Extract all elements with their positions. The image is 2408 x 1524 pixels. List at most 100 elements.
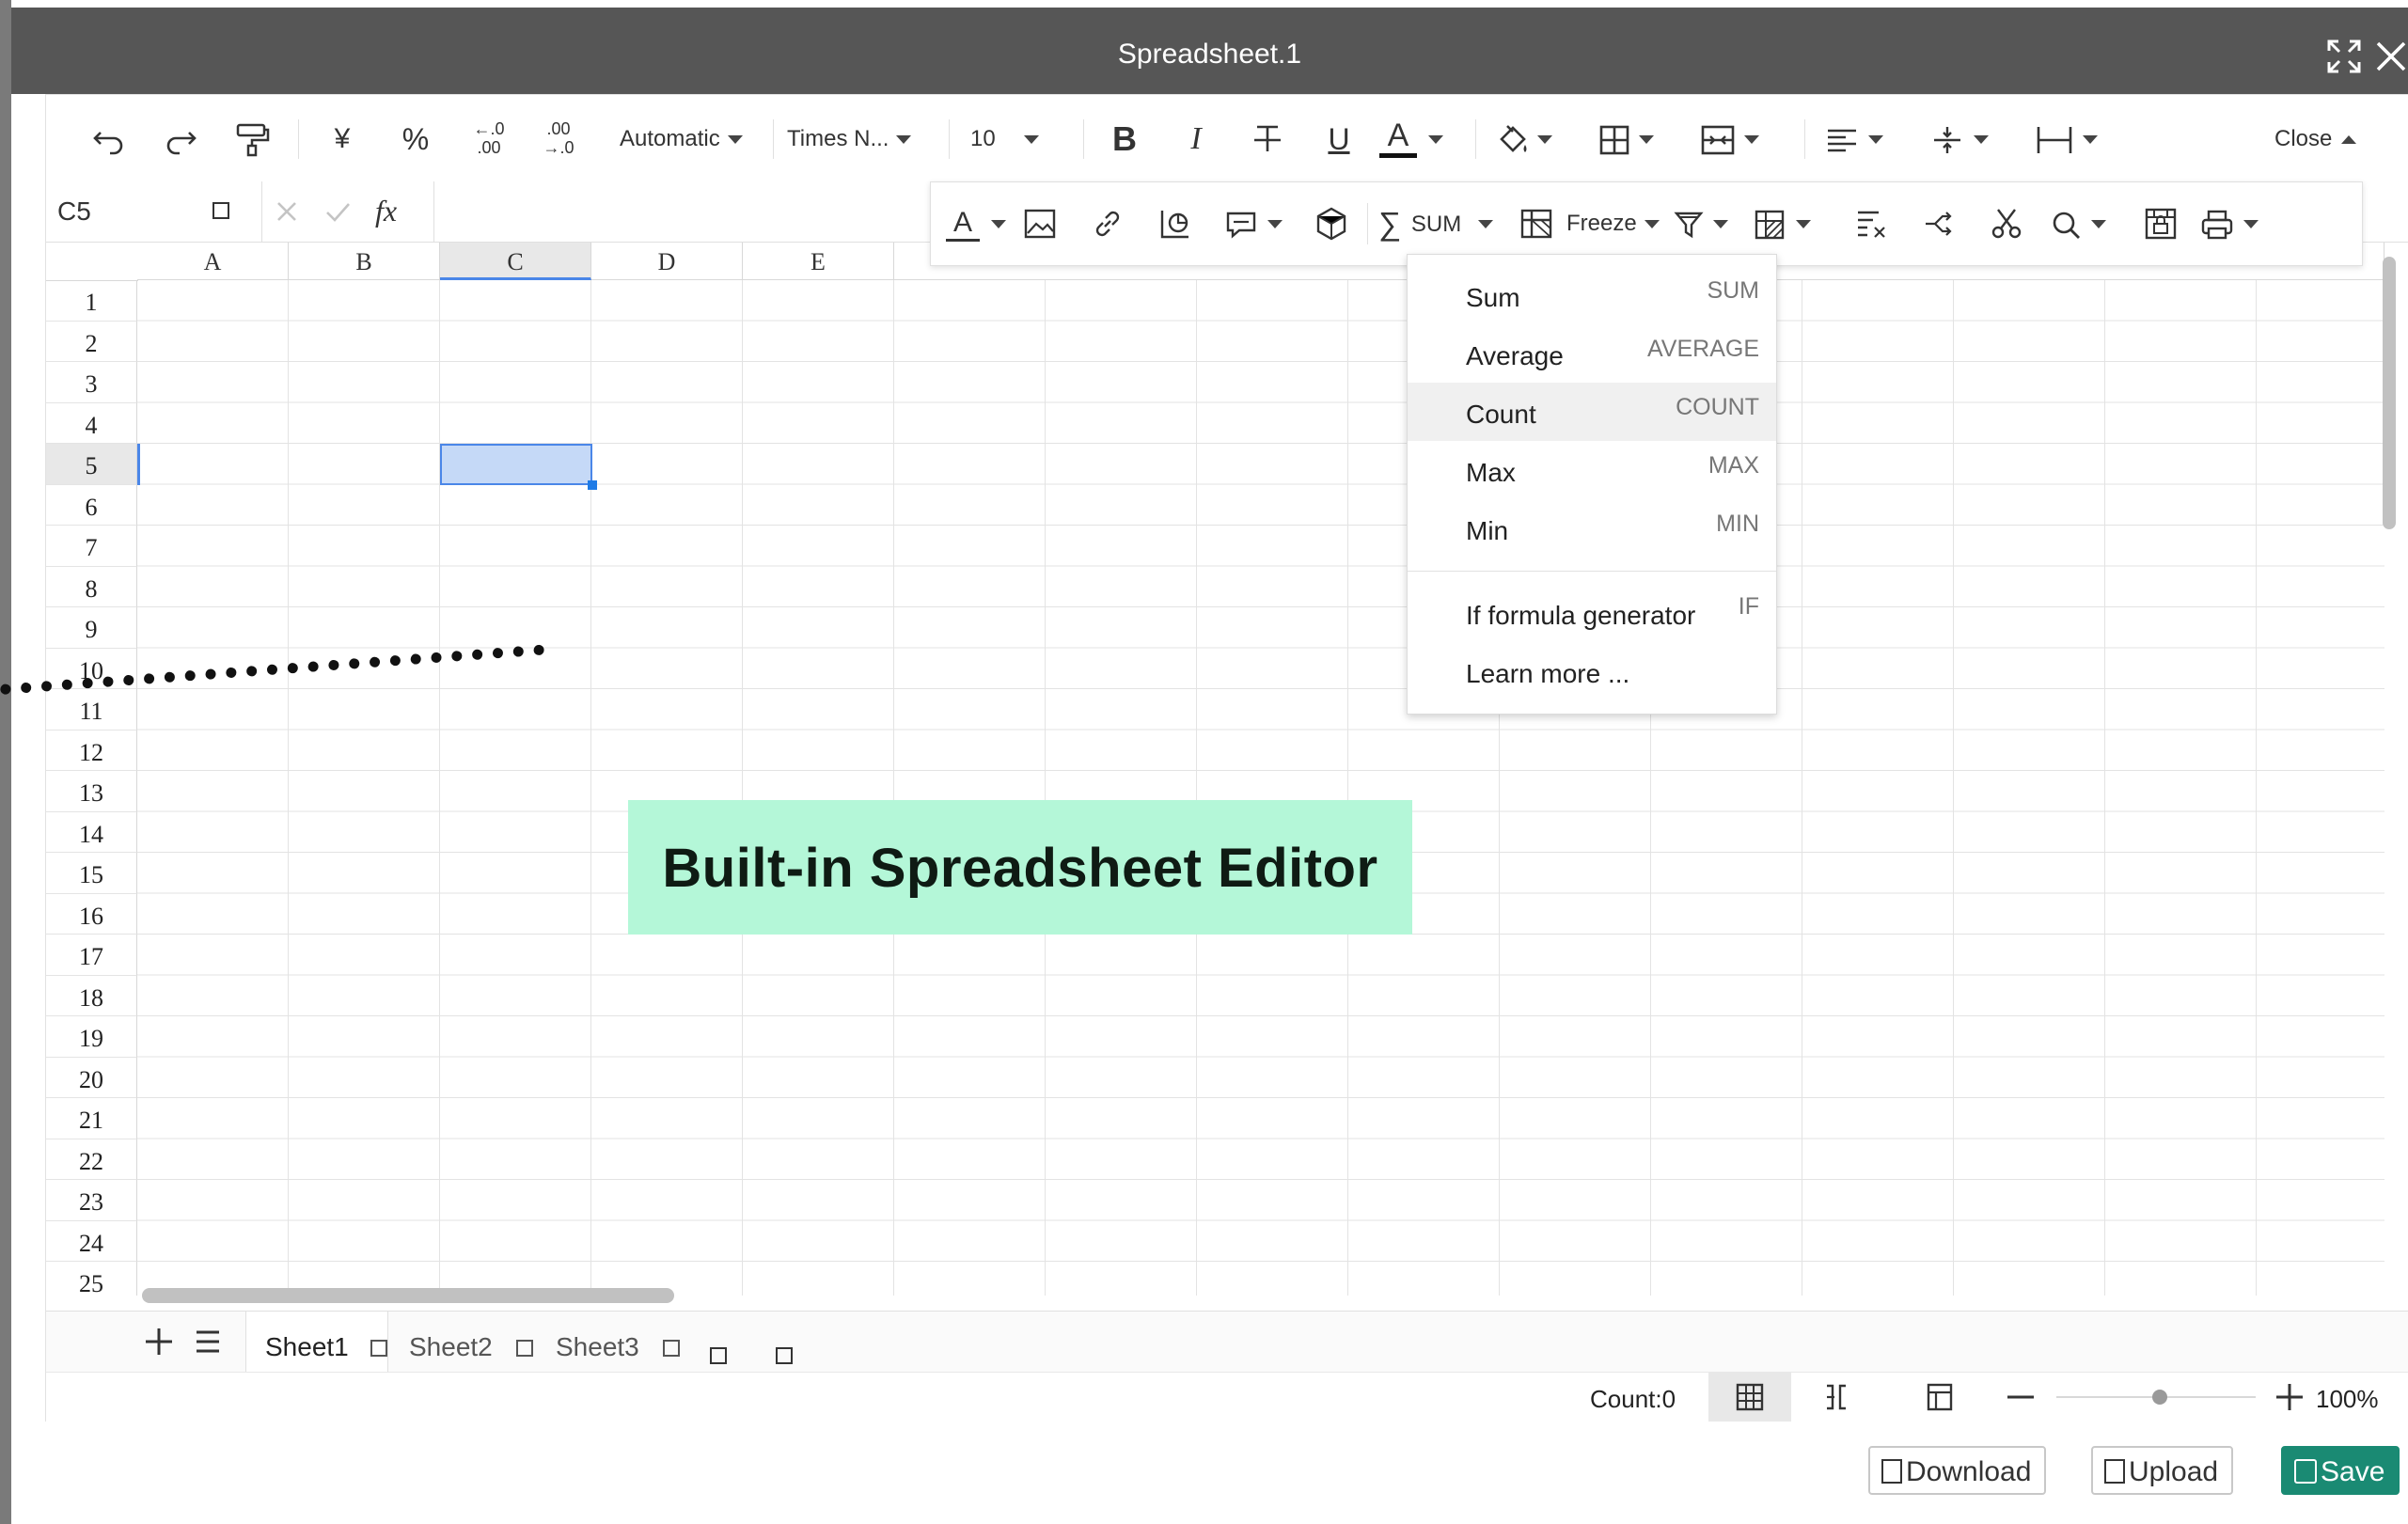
bold-button[interactable]: B: [1103, 118, 1146, 161]
page-layout-view-icon[interactable]: [1917, 1376, 1962, 1418]
row-header-18[interactable]: 18: [46, 975, 137, 1016]
strikethrough-icon[interactable]: [1246, 118, 1289, 161]
insert-chart-icon[interactable]: [1155, 203, 1196, 244]
horizontal-scrollbar-thumb[interactable]: [142, 1288, 674, 1303]
close-window-icon[interactable]: [2370, 36, 2408, 77]
add-sheet-icon[interactable]: [140, 1323, 178, 1360]
font-color-dropdown[interactable]: A: [1379, 118, 1464, 161]
name-box-dropdown-icon[interactable]: [212, 202, 229, 219]
column-header-d[interactable]: D: [591, 243, 743, 280]
column-header-e[interactable]: E: [743, 243, 894, 280]
font-family-dropdown[interactable]: Times N...: [787, 118, 937, 161]
horizontal-align-dropdown[interactable]: [1823, 118, 1898, 161]
cell-reference-box[interactable]: C5: [46, 181, 262, 242]
italic-button[interactable]: I: [1174, 118, 1218, 161]
menu-item-max[interactable]: Max MAX: [1408, 441, 1776, 499]
fill-color-dropdown[interactable]: [1494, 118, 1569, 161]
decimal-increase-button[interactable]: ←.0.00: [465, 118, 512, 161]
row-header-14[interactable]: 14: [46, 811, 137, 853]
row-header-1[interactable]: 1: [46, 280, 137, 322]
insert-image-icon[interactable]: [1019, 203, 1061, 244]
row-header-22[interactable]: 22: [46, 1139, 137, 1180]
menu-item-min[interactable]: Min MIN: [1408, 499, 1776, 558]
cell-area[interactable]: [137, 280, 2384, 1296]
sheet-menu-icon[interactable]: [370, 1340, 387, 1357]
save-button[interactable]: Save: [2281, 1446, 2400, 1495]
column-header-c[interactable]: C: [440, 243, 591, 280]
sheet-menu-icon[interactable]: [516, 1340, 533, 1357]
percent-button[interactable]: %: [394, 118, 437, 161]
currency-button[interactable]: ¥: [321, 118, 364, 161]
number-format-dropdown[interactable]: Automatic: [620, 118, 761, 161]
sum-dropdown[interactable]: ∑ SUM: [1378, 203, 1510, 244]
menu-item-count[interactable]: Count COUNT: [1408, 383, 1776, 441]
row-header-7[interactable]: 7: [46, 526, 137, 567]
selected-cell-c5[interactable]: [440, 444, 592, 485]
function-icon[interactable]: fx: [375, 181, 397, 242]
row-header-25[interactable]: 25: [46, 1262, 137, 1296]
row-header-3[interactable]: 3: [46, 362, 137, 403]
shapes-icon[interactable]: [1311, 203, 1352, 244]
borders-dropdown[interactable]: [1597, 118, 1673, 161]
select-all-corner[interactable]: [46, 243, 138, 281]
row-header-8[interactable]: 8: [46, 566, 137, 607]
menu-item-average[interactable]: Average AVERAGE: [1408, 324, 1776, 383]
cut-icon[interactable]: [1986, 203, 2027, 244]
undo-icon[interactable]: [87, 118, 131, 161]
sheet-list-icon[interactable]: [189, 1323, 227, 1360]
confirm-formula-icon[interactable]: [319, 193, 356, 230]
close-toolbar-button[interactable]: Close: [2274, 118, 2378, 161]
page-break-view-icon[interactable]: [1814, 1376, 1859, 1418]
font-size-dropdown[interactable]: 10: [970, 118, 1064, 161]
conditional-format-dropdown[interactable]: [1751, 203, 1826, 244]
row-header-24[interactable]: 24: [46, 1220, 137, 1262]
redo-icon[interactable]: [159, 118, 202, 161]
column-header-b[interactable]: B: [289, 243, 440, 280]
row-header-16[interactable]: 16: [46, 893, 137, 935]
normal-view-button[interactable]: [1708, 1373, 1791, 1422]
row-header-19[interactable]: 19: [46, 1016, 137, 1058]
decimal-decrease-button[interactable]: .00 →.0: [535, 118, 582, 161]
download-button[interactable]: Download: [1868, 1446, 2047, 1495]
menu-item-if-formula-generator[interactable]: If formula generator IF: [1408, 584, 1776, 642]
sheet-menu-icon[interactable]: [663, 1340, 680, 1357]
row-header-9[interactable]: 9: [46, 607, 137, 649]
row-header-2[interactable]: 2: [46, 321, 137, 362]
fullscreen-icon[interactable]: [2323, 36, 2365, 77]
row-header-5[interactable]: 5: [46, 444, 137, 485]
zoom-in-icon[interactable]: [2269, 1376, 2310, 1418]
vertical-scrollbar-thumb[interactable]: [2383, 257, 2396, 529]
sheet-tab-sheet2[interactable]: Sheet2: [388, 1312, 535, 1373]
zoom-slider-thumb[interactable]: [2152, 1390, 2168, 1405]
comment-dropdown[interactable]: [1222, 203, 1298, 244]
zoom-out-icon[interactable]: [2000, 1376, 2041, 1418]
insert-link-icon[interactable]: [1087, 203, 1128, 244]
menu-item-learn-more[interactable]: Learn more ...: [1408, 642, 1776, 700]
menu-item-sum[interactable]: Sum SUM: [1408, 266, 1776, 324]
sheet-tab-sheet1[interactable]: Sheet1: [245, 1312, 388, 1373]
clear-format-icon[interactable]: [1850, 203, 1892, 244]
row-header-15[interactable]: 15: [46, 853, 137, 894]
search-dropdown[interactable]: [2050, 203, 2121, 244]
print-dropdown[interactable]: [2198, 203, 2274, 244]
text-wrap-dropdown[interactable]: [2034, 118, 2109, 161]
fill-handle[interactable]: [588, 480, 597, 490]
row-header-17[interactable]: 17: [46, 935, 137, 976]
scroll-sheets-right-icon[interactable]: [776, 1347, 793, 1364]
format-painter-icon[interactable]: [230, 118, 274, 161]
row-header-12[interactable]: 12: [46, 730, 137, 771]
freeze-dropdown[interactable]: Freeze: [1566, 203, 1670, 244]
vertical-align-dropdown[interactable]: [1928, 118, 2004, 161]
column-header-a[interactable]: A: [137, 243, 289, 280]
upload-button[interactable]: Upload: [2091, 1446, 2234, 1495]
merge-cells-dropdown[interactable]: [1699, 118, 1784, 161]
text-color-dropdown[interactable]: A: [946, 203, 1021, 244]
scroll-sheets-left-icon[interactable]: [710, 1347, 727, 1364]
row-header-20[interactable]: 20: [46, 1057, 137, 1098]
filter-dropdown[interactable]: [1672, 203, 1743, 244]
cancel-formula-icon[interactable]: [268, 193, 306, 230]
data-validation-icon[interactable]: [2140, 203, 2181, 244]
row-header-23[interactable]: 23: [46, 1180, 137, 1221]
row-header-6[interactable]: 6: [46, 484, 137, 526]
underline-button[interactable]: U: [1317, 118, 1361, 161]
